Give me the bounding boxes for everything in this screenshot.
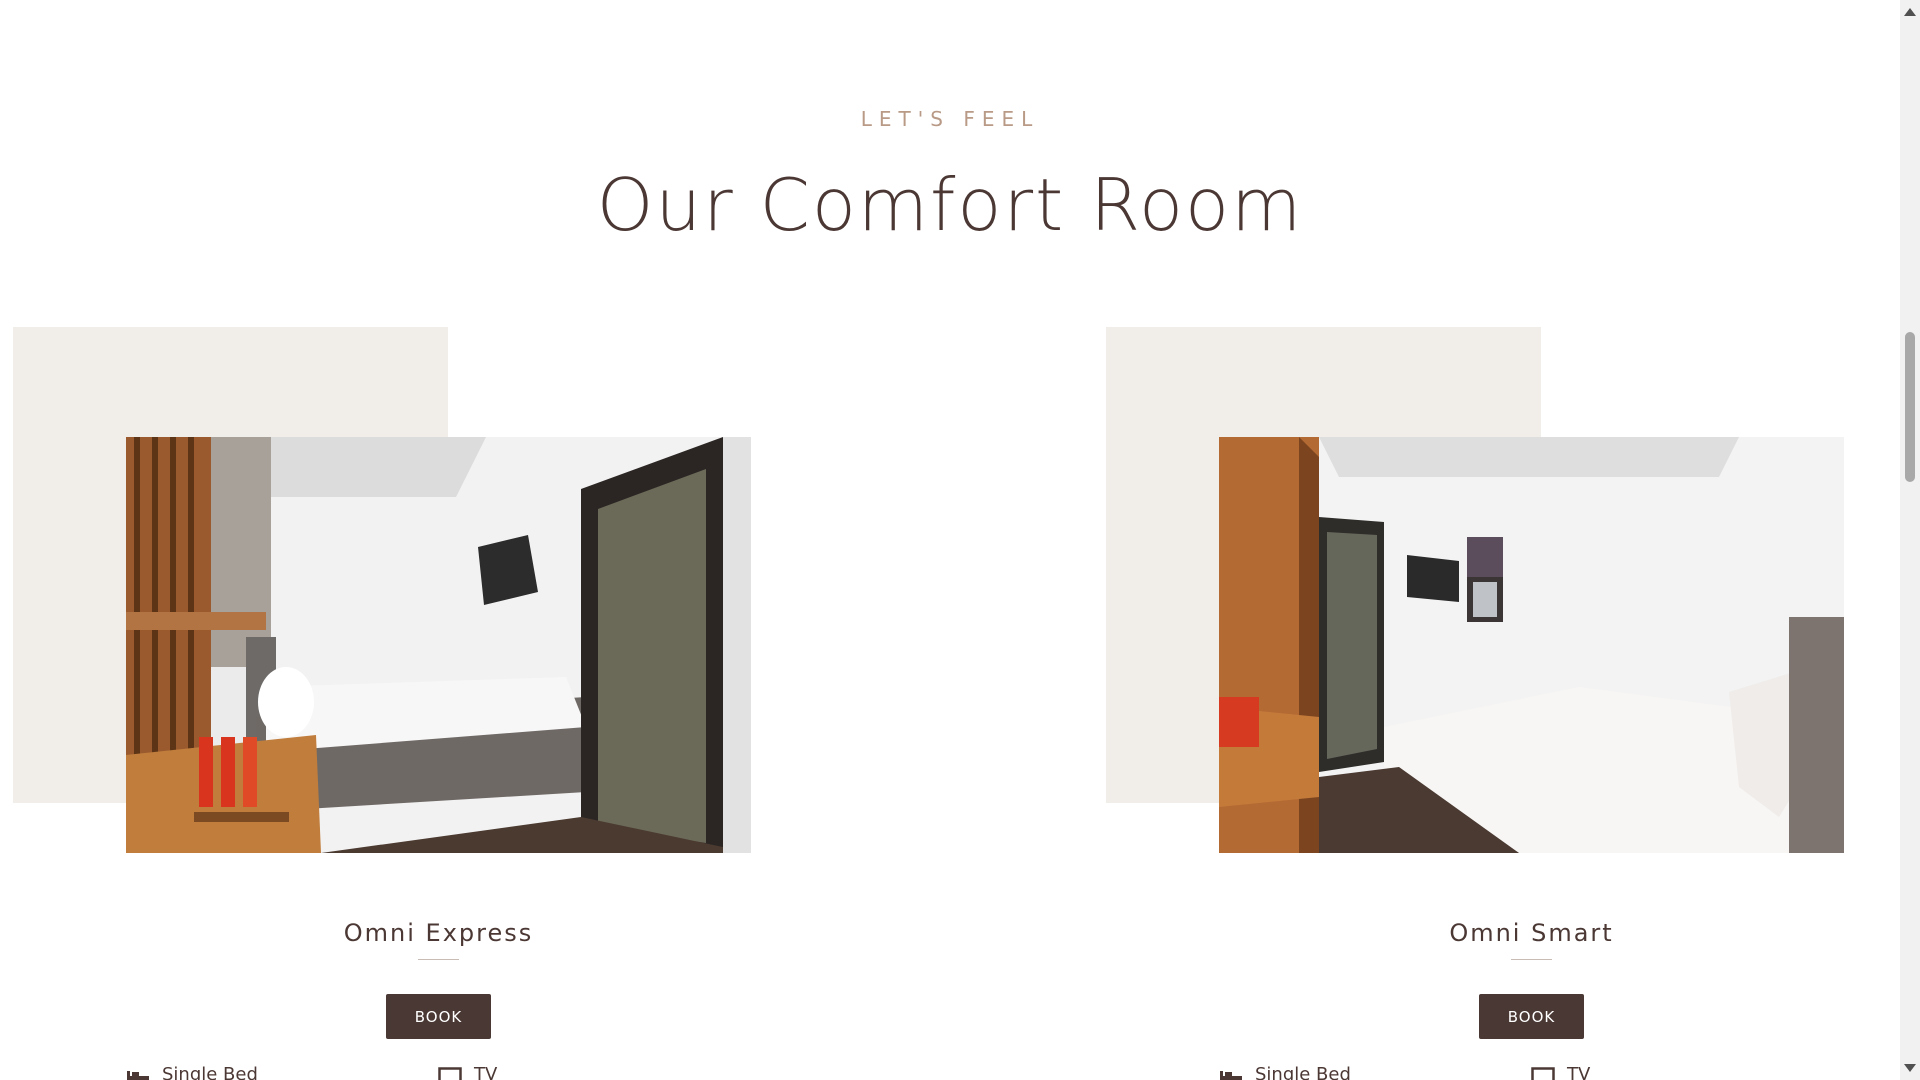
bed-icon	[126, 1067, 150, 1080]
book-button[interactable]: BOOK	[1479, 994, 1584, 1039]
section-eyebrow: LET'S FEEL	[860, 107, 1040, 131]
room-name: Omni Smart	[1449, 919, 1614, 947]
amenity-label: TV	[474, 1064, 498, 1080]
book-button[interactable]: BOOK	[386, 994, 491, 1039]
amenity-label: Single Bed	[1255, 1064, 1351, 1080]
divider	[418, 959, 459, 960]
room-card-omni-smart: Omni Smart BOOK Single Bed TV	[1106, 327, 1866, 1080]
tv-icon	[438, 1066, 462, 1080]
room-photo	[126, 437, 751, 853]
room-photo	[1219, 437, 1844, 853]
amenity-single-bed: Single Bed	[1219, 1064, 1351, 1080]
room-card-omni-express: Omni Express BOOK Single Bed TV	[13, 327, 773, 1080]
amenity-tv: TV	[438, 1064, 497, 1080]
divider	[1511, 959, 1552, 960]
amenity-tv: TV	[1531, 1064, 1590, 1080]
scroll-up-arrow-icon[interactable]	[1904, 8, 1916, 16]
scrollbar-thumb[interactable]	[1905, 332, 1915, 482]
amenity-label: Single Bed	[162, 1064, 258, 1080]
scroll-down-arrow-icon[interactable]	[1904, 1064, 1916, 1072]
bed-icon	[1219, 1067, 1243, 1080]
amenity-label: TV	[1567, 1064, 1591, 1080]
room-name: Omni Express	[343, 919, 534, 947]
tv-icon	[1531, 1066, 1555, 1080]
amenity-single-bed: Single Bed	[126, 1064, 258, 1080]
section-title: Our Comfort Room	[596, 163, 1304, 247]
page: LET'S FEEL Our Comfort Room Omni Express…	[0, 0, 1900, 1080]
vertical-scrollbar[interactable]	[1900, 0, 1920, 1080]
